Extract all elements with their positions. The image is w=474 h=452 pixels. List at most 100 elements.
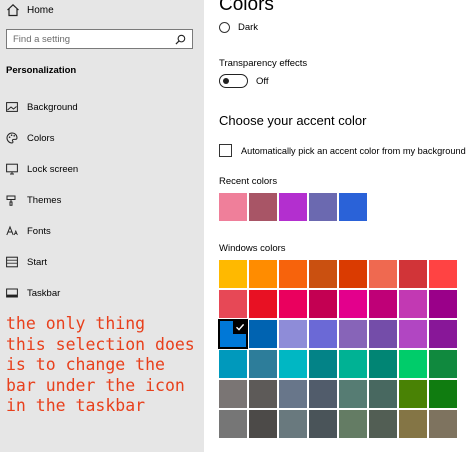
- windows-color-swatch[interactable]: [399, 260, 427, 288]
- recent-colors-row: [219, 193, 369, 221]
- brush-icon: [6, 194, 18, 206]
- windows-color-swatch[interactable]: [309, 350, 337, 378]
- transparency-toggle[interactable]: [219, 74, 248, 88]
- sidebar-item-label: Lock screen: [27, 163, 79, 175]
- windows-color-swatch[interactable]: [309, 410, 337, 438]
- windows-color-swatch[interactable]: [219, 260, 247, 288]
- sidebar-item-lock-screen[interactable]: Lock screen: [6, 161, 78, 177]
- windows-color-swatch[interactable]: [399, 380, 427, 408]
- sidebar: Home Personalization Background Colors L…: [0, 0, 204, 452]
- recent-color-swatch[interactable]: [279, 193, 307, 221]
- home-icon: [7, 3, 19, 17]
- windows-color-swatch[interactable]: [249, 350, 277, 378]
- windows-color-swatch[interactable]: [369, 290, 397, 318]
- windows-color-swatch[interactable]: [369, 320, 397, 348]
- windows-color-swatch[interactable]: [279, 380, 307, 408]
- windows-color-swatch[interactable]: [309, 320, 337, 348]
- sidebar-item-label: Fonts: [27, 225, 51, 237]
- auto-pick-option[interactable]: Automatically pick an accent color from …: [219, 144, 466, 157]
- windows-color-swatch[interactable]: [399, 320, 427, 348]
- windows-color-swatch[interactable]: [339, 260, 367, 288]
- windows-color-swatch[interactable]: [219, 350, 247, 378]
- picture-icon: [6, 101, 18, 113]
- windows-color-swatch[interactable]: [249, 380, 277, 408]
- windows-color-swatch[interactable]: [429, 260, 457, 288]
- search-input[interactable]: [13, 33, 175, 45]
- sidebar-item-label: Taskbar: [27, 287, 61, 299]
- radio-button[interactable]: [219, 22, 230, 33]
- monitor-icon: [6, 163, 18, 175]
- search-box[interactable]: [6, 29, 193, 49]
- windows-color-swatch[interactable]: [339, 410, 367, 438]
- windows-color-swatch[interactable]: [219, 410, 247, 438]
- sidebar-item-fonts[interactable]: Fonts: [6, 223, 51, 239]
- sidebar-item-label: Background: [27, 101, 78, 113]
- font-icon: [6, 225, 18, 237]
- windows-color-swatch-selected[interactable]: [218, 319, 248, 349]
- sidebar-item-themes[interactable]: Themes: [6, 192, 61, 208]
- recent-color-swatch[interactable]: [309, 193, 337, 221]
- windows-color-swatch[interactable]: [339, 320, 367, 348]
- windows-color-swatch[interactable]: [279, 290, 307, 318]
- sidebar-item-background[interactable]: Background: [6, 99, 78, 115]
- windows-color-swatch[interactable]: [429, 350, 457, 378]
- windows-color-swatch[interactable]: [399, 350, 427, 378]
- windows-color-swatch[interactable]: [279, 350, 307, 378]
- palette-icon: [6, 132, 18, 144]
- windows-color-swatch[interactable]: [309, 290, 337, 318]
- mode-option-label: Dark: [238, 22, 259, 33]
- recent-color-swatch[interactable]: [219, 193, 247, 221]
- windows-color-swatch[interactable]: [249, 290, 277, 318]
- windows-color-swatch[interactable]: [339, 290, 367, 318]
- windows-color-swatch[interactable]: [249, 410, 277, 438]
- toggle-state-label: Off: [256, 75, 269, 87]
- sidebar-item-start[interactable]: Start: [6, 254, 47, 270]
- auto-pick-label: Automatically pick an accent color from …: [241, 145, 466, 156]
- recent-colors-label: Recent colors: [219, 176, 278, 187]
- main-panel: Colors Dark Transparency effects Off Cho…: [204, 0, 474, 452]
- windows-color-swatch[interactable]: [249, 260, 277, 288]
- windows-color-swatch[interactable]: [429, 320, 457, 348]
- annotation-text: the only thing this selection does is to…: [6, 314, 195, 415]
- windows-color-swatch[interactable]: [249, 320, 277, 348]
- windows-colors-label: Windows colors: [219, 243, 286, 254]
- recent-color-swatch[interactable]: [339, 193, 367, 221]
- windows-color-swatch[interactable]: [219, 380, 247, 408]
- sidebar-item-taskbar[interactable]: Taskbar: [6, 285, 60, 301]
- sidebar-item-label: Themes: [27, 194, 62, 206]
- windows-color-swatch[interactable]: [279, 410, 307, 438]
- accent-heading: Choose your accent color: [219, 113, 367, 128]
- windows-color-swatch[interactable]: [369, 410, 397, 438]
- windows-colors-grid: [218, 260, 457, 438]
- windows-color-swatch[interactable]: [369, 380, 397, 408]
- windows-color-swatch[interactable]: [339, 380, 367, 408]
- mode-option-dark[interactable]: Dark: [219, 22, 258, 33]
- home-label: Home: [27, 4, 54, 16]
- windows-color-swatch[interactable]: [429, 410, 457, 438]
- windows-color-swatch[interactable]: [429, 380, 457, 408]
- windows-color-swatch[interactable]: [219, 290, 247, 318]
- home-link[interactable]: Home: [6, 2, 54, 18]
- page-title: Colors: [219, 0, 274, 15]
- transparency-toggle-row: Off: [219, 74, 269, 88]
- taskbar-icon: [6, 287, 18, 299]
- search-icon[interactable]: [175, 34, 186, 45]
- windows-color-swatch[interactable]: [309, 380, 337, 408]
- windows-color-swatch[interactable]: [369, 260, 397, 288]
- section-title: Personalization: [6, 65, 77, 76]
- windows-color-swatch[interactable]: [369, 350, 397, 378]
- sidebar-item-label: Colors: [27, 132, 55, 144]
- windows-color-swatch[interactable]: [339, 350, 367, 378]
- recent-color-swatch[interactable]: [249, 193, 277, 221]
- windows-color-swatch[interactable]: [279, 320, 307, 348]
- windows-color-swatch[interactable]: [429, 290, 457, 318]
- sidebar-item-colors[interactable]: Colors: [6, 130, 54, 146]
- toggle-knob: [223, 77, 229, 84]
- sidebar-item-label: Start: [27, 256, 48, 268]
- windows-color-swatch[interactable]: [399, 290, 427, 318]
- auto-pick-checkbox[interactable]: [219, 144, 232, 157]
- start-menu-icon: [6, 256, 18, 268]
- windows-color-swatch[interactable]: [279, 260, 307, 288]
- windows-color-swatch[interactable]: [309, 260, 337, 288]
- windows-color-swatch[interactable]: [399, 410, 427, 438]
